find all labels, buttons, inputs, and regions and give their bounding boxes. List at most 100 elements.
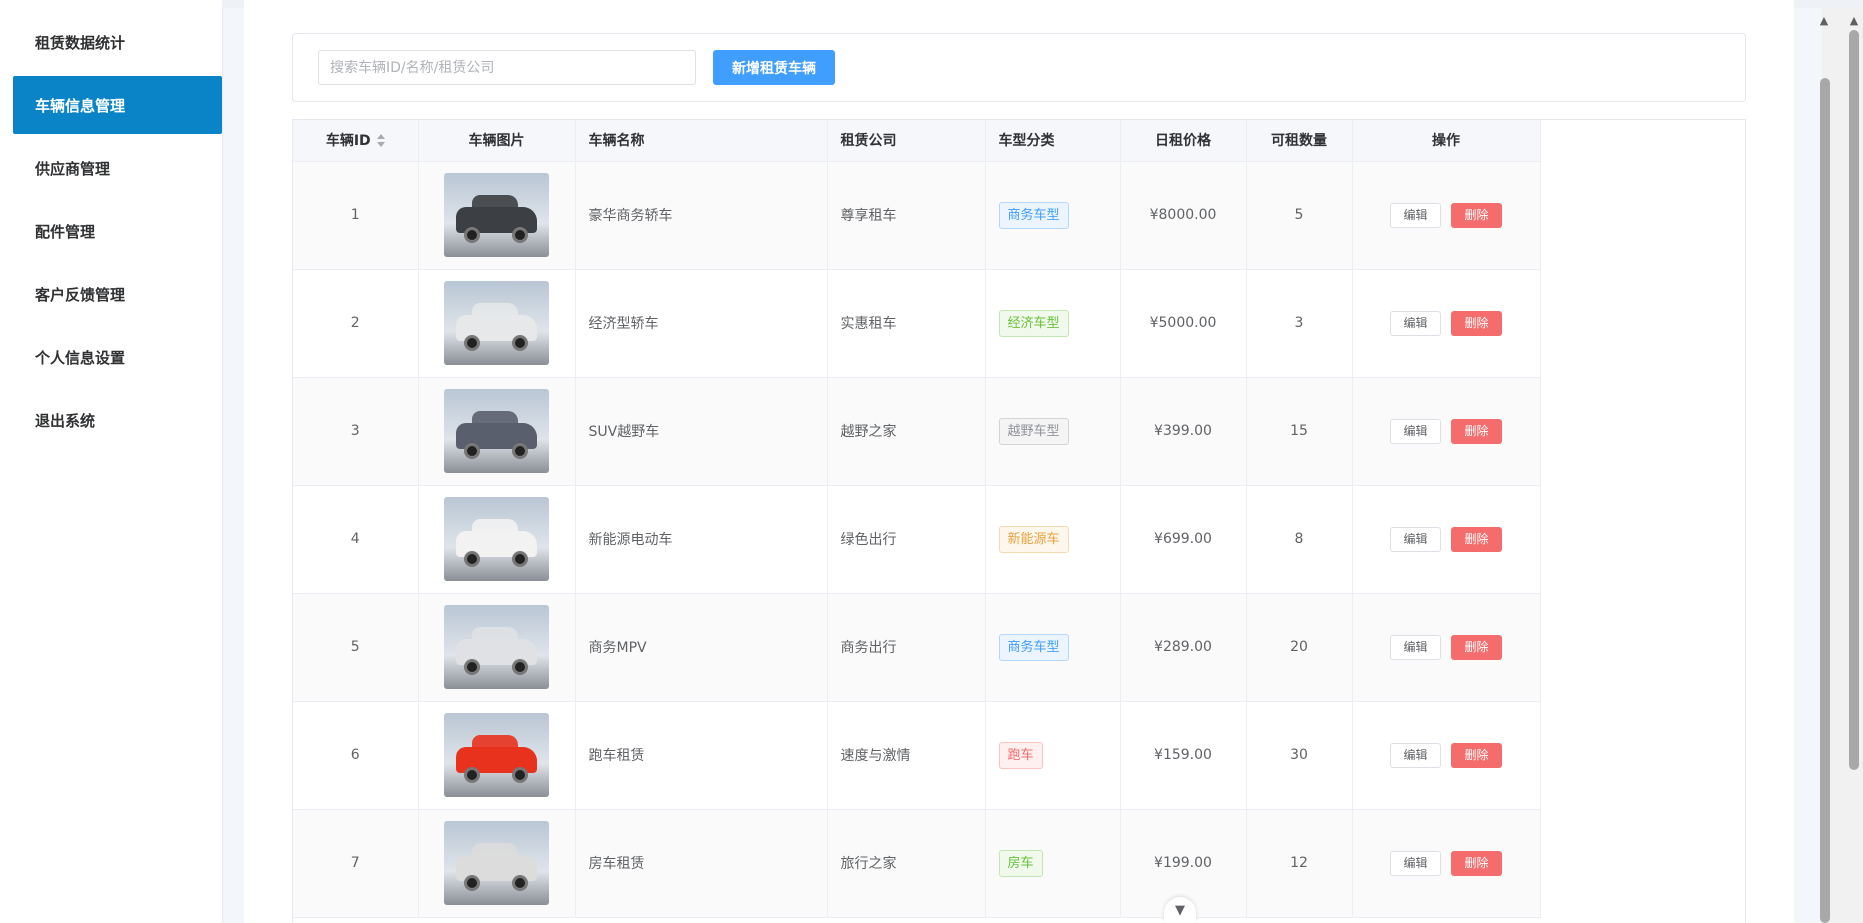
vehicle-thumbnail: [444, 605, 549, 689]
cell-company: 绿色出行: [827, 485, 986, 594]
delete-button[interactable]: 删除: [1451, 310, 1502, 336]
cell-price: ¥159.00: [1120, 701, 1247, 810]
sidebar-item-supplier-management[interactable]: 供应商管理: [13, 139, 222, 197]
delete-button[interactable]: 删除: [1451, 202, 1502, 228]
cell-name: 豪华商务轿车: [575, 161, 828, 270]
column-header-price: 日租价格: [1120, 120, 1247, 162]
cell-actions: 编辑 删除: [1352, 269, 1541, 378]
cell-category: 商务车型: [985, 593, 1121, 702]
table-row: 2 经济型轿车 实惠租车 经济车型 ¥5000.00 3 编辑 删除: [293, 269, 1541, 378]
cell-price: ¥8000.00: [1120, 161, 1247, 270]
delete-button[interactable]: 删除: [1451, 850, 1502, 876]
sidebar-item-label: 配件管理: [35, 222, 96, 241]
column-header-label: 车辆ID: [325, 133, 371, 150]
chevron-down-icon[interactable]: ▼: [1164, 897, 1196, 923]
cell-image: [418, 701, 576, 810]
edit-button[interactable]: 编辑: [1390, 742, 1441, 768]
table-row: 1 豪华商务轿车 尊享租车 商务车型 ¥8000.00 5 编辑 删除: [293, 161, 1541, 270]
sidebar-item-logout[interactable]: 退出系统: [13, 391, 222, 449]
cell-count: 8: [1246, 485, 1353, 594]
delete-button[interactable]: 删除: [1451, 634, 1502, 660]
search-input[interactable]: [318, 50, 696, 85]
cell-image: [418, 809, 576, 918]
cell-count: 3: [1246, 269, 1353, 378]
cell-name: 房车租赁: [575, 809, 828, 918]
triangle-up-icon[interactable]: ▲: [1817, 14, 1831, 28]
cell-category: 越野车型: [985, 377, 1121, 486]
column-header-actions: 操作: [1352, 120, 1541, 162]
edit-button[interactable]: 编辑: [1390, 310, 1441, 336]
cell-category: 跑车: [985, 701, 1121, 810]
cell-category: 房车: [985, 809, 1121, 918]
cell-id: 4: [293, 485, 419, 594]
column-header-company: 租赁公司: [827, 120, 986, 162]
cell-category: 新能源车: [985, 485, 1121, 594]
category-tag: 商务车型: [998, 201, 1069, 229]
vehicle-thumbnail: [444, 713, 549, 797]
table-row: 7 房车租赁 旅行之家 房车 ¥199.00 12 编辑 删除: [293, 809, 1541, 918]
column-header-count: 可租数量: [1246, 120, 1353, 162]
cell-company: 实惠租车: [827, 269, 986, 378]
cell-count: 15: [1246, 377, 1353, 486]
sidebar-item-feedback-management[interactable]: 客户反馈管理: [13, 265, 222, 323]
vehicle-thumbnail: [444, 173, 549, 257]
cell-count: 30: [1246, 701, 1353, 810]
column-header-id[interactable]: 车辆ID: [293, 120, 419, 162]
delete-button[interactable]: 删除: [1451, 526, 1502, 552]
cell-actions: 编辑 删除: [1352, 593, 1541, 702]
sidebar-item-rental-stats[interactable]: 租赁数据统计: [13, 13, 222, 71]
vehicle-thumbnail: [444, 821, 549, 905]
cell-id: 1: [293, 161, 419, 270]
cell-image: [418, 485, 576, 594]
cell-id: 6: [293, 701, 419, 810]
category-tag: 房车: [998, 849, 1043, 877]
cell-name: 经济型轿车: [575, 269, 828, 378]
add-vehicle-button[interactable]: 新增租赁车辆: [713, 50, 835, 85]
sidebar-item-vehicle-management[interactable]: 车辆信息管理: [13, 76, 222, 134]
table-row: 3 SUV越野车 越野之家 越野车型 ¥399.00 15 编辑 删除: [293, 377, 1541, 486]
cell-count: 5: [1246, 161, 1353, 270]
table-row: 5 商务MPV 商务出行 商务车型 ¥289.00 20 编辑 删除: [293, 593, 1541, 702]
sidebar: 租赁数据统计 车辆信息管理 供应商管理 配件管理 客户反馈管理 个人信息设置 退…: [0, 0, 222, 923]
cell-id: 5: [293, 593, 419, 702]
category-tag: 跑车: [998, 741, 1043, 769]
cell-id: 7: [293, 809, 419, 918]
column-header-name: 车辆名称: [575, 120, 828, 162]
sort-icon[interactable]: [376, 134, 385, 148]
cell-price: ¥5000.00: [1120, 269, 1247, 378]
sidebar-item-label: 供应商管理: [35, 159, 111, 178]
edit-button[interactable]: 编辑: [1390, 850, 1441, 876]
delete-button[interactable]: 删除: [1451, 418, 1502, 444]
triangle-up-icon[interactable]: ▲: [1847, 14, 1861, 28]
edit-button[interactable]: 编辑: [1390, 418, 1441, 444]
sidebar-item-label: 退出系统: [35, 411, 96, 430]
main-content: 新增租赁车辆 车辆ID 车辆图片 车辆名称 租赁公司 车型分类 日租价格 可租数…: [244, 0, 1794, 923]
cell-image: [418, 161, 576, 270]
category-tag: 经济车型: [998, 309, 1069, 337]
cell-actions: 编辑 删除: [1352, 377, 1541, 486]
vehicle-thumbnail: [444, 497, 549, 581]
search-bar: 新增租赁车辆: [292, 33, 1746, 102]
column-header-category: 车型分类: [985, 120, 1121, 162]
cell-category: 商务车型: [985, 161, 1121, 270]
cell-actions: 编辑 删除: [1352, 701, 1541, 810]
cell-id: 2: [293, 269, 419, 378]
cell-company: 商务出行: [827, 593, 986, 702]
edit-button[interactable]: 编辑: [1390, 526, 1441, 552]
cell-image: [418, 377, 576, 486]
sidebar-item-label: 客户反馈管理: [35, 285, 126, 304]
delete-button[interactable]: 删除: [1451, 742, 1502, 768]
sidebar-item-parts-management[interactable]: 配件管理: [13, 202, 222, 260]
sidebar-item-label: 车辆信息管理: [35, 96, 126, 115]
inner-scrollbar-thumb[interactable]: [1820, 78, 1830, 923]
window-scrollbar-thumb[interactable]: [1849, 30, 1859, 770]
edit-button[interactable]: 编辑: [1390, 634, 1441, 660]
sidebar-item-profile-settings[interactable]: 个人信息设置: [13, 328, 222, 386]
cell-category: 经济车型: [985, 269, 1121, 378]
cell-name: 商务MPV: [575, 593, 828, 702]
category-tag: 新能源车: [998, 525, 1069, 553]
edit-button[interactable]: 编辑: [1390, 202, 1441, 228]
cell-count: 20: [1246, 593, 1353, 702]
vehicle-thumbnail: [444, 281, 549, 365]
cell-price: ¥699.00: [1120, 485, 1247, 594]
